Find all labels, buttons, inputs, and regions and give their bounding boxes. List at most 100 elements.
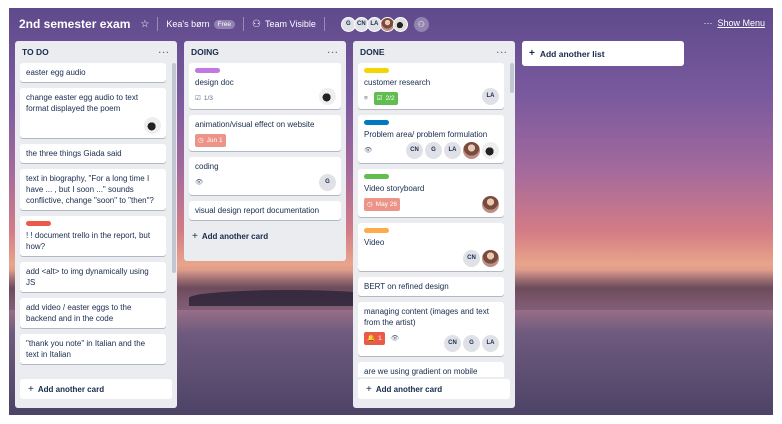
card[interactable]: Problem area/ problem formulation 👁 CN G… <box>358 115 504 163</box>
card[interactable]: change easter egg audio to text format d… <box>20 88 166 138</box>
plus-icon: + <box>192 230 198 242</box>
list-title[interactable]: DONE <box>360 47 385 57</box>
card[interactable]: animation/visual effect on website ◷ Jun … <box>189 115 341 151</box>
member-avatar[interactable]: LA <box>482 335 499 352</box>
card-title: customer research <box>364 78 431 87</box>
bell-icon: 🔔 <box>367 334 376 342</box>
board-background: 2nd semester exam ☆ Kea's børn Free ⚇ Te… <box>9 8 773 415</box>
card-members: CN G LA <box>404 142 499 159</box>
description-icon: ≡ <box>364 94 368 102</box>
card[interactable]: text in biography, "For a long time I ha… <box>20 169 166 210</box>
card[interactable]: easter egg audio <box>20 63 166 82</box>
card[interactable]: add <alt> to img dynamically using JS <box>20 262 166 292</box>
list-header[interactable]: DONE ··· <box>353 41 515 63</box>
member-avatar-photo[interactable] <box>319 88 336 105</box>
card-label-yellow[interactable] <box>364 68 389 73</box>
card-badges: ◷ May 26 <box>364 197 498 211</box>
list-header[interactable]: DOING ··· <box>184 41 346 63</box>
card-badges: ☑ 1/3 <box>195 91 335 105</box>
list-todo: TO DO ··· easter egg audio change easter… <box>15 41 177 408</box>
member-avatar[interactable]: G <box>319 174 336 191</box>
card-label-red[interactable] <box>26 221 51 226</box>
checklist-badge: ☑ 1/3 <box>195 94 213 102</box>
card-label-green[interactable] <box>364 174 389 179</box>
card-members: CN G LA <box>442 335 499 352</box>
team-plan-badge: Free <box>213 19 235 29</box>
card[interactable]: design doc ☑ 1/3 <box>189 63 341 109</box>
card-badges: 👁 <box>195 175 335 189</box>
scrollbar[interactable] <box>172 63 176 273</box>
member-avatar[interactable]: CN <box>406 142 423 159</box>
list-title[interactable]: DOING <box>191 47 219 57</box>
add-list-button[interactable]: + Add another list <box>522 41 684 66</box>
card[interactable]: coding 👁 G <box>189 157 341 195</box>
member-avatar-photo[interactable] <box>482 250 499 267</box>
show-menu-button[interactable]: ··· Show Menu <box>703 18 765 28</box>
due-date-badge[interactable]: ◷ May 26 <box>364 197 400 211</box>
member-avatar[interactable]: LA <box>444 142 461 159</box>
checklist-icon: ☑ <box>376 94 383 102</box>
checklist-icon: ☑ <box>195 94 201 102</box>
notification-badge: 🔔 1 <box>364 331 385 345</box>
card[interactable]: "thank you note" in Italian and the text… <box>20 334 166 364</box>
card-title: Problem area/ problem formulation <box>364 130 488 139</box>
card-label-blue[interactable] <box>364 120 389 125</box>
header-divider <box>157 17 159 31</box>
card[interactable]: managing content (images and text from t… <box>358 302 504 356</box>
star-icon[interactable]: ☆ <box>140 19 149 30</box>
member-avatar[interactable]: CN <box>444 335 461 352</box>
list-menu-icon[interactable]: ··· <box>159 47 171 57</box>
member-avatar[interactable]: LA <box>482 88 499 105</box>
card-title: text in biography, "For a long time I ha… <box>26 174 154 205</box>
card-container: customer research ≡ ☑ 2/2 LA Problem area… <box>353 63 515 377</box>
card[interactable]: Video CN <box>358 223 504 271</box>
member-avatar-photo[interactable] <box>482 196 499 213</box>
card-title: change easter egg audio to text format d… <box>26 93 139 113</box>
header-divider <box>323 17 325 31</box>
card-label-purple[interactable] <box>195 68 220 73</box>
list-title[interactable]: TO DO <box>22 47 49 57</box>
member-avatar-photo[interactable] <box>144 117 161 134</box>
add-card-button[interactable]: + Add another card <box>358 379 510 399</box>
card-container: easter egg audio change easter egg audio… <box>15 63 177 377</box>
member-avatar-photo[interactable] <box>392 16 408 32</box>
list-menu-icon[interactable]: ··· <box>328 47 340 57</box>
card-members: G <box>317 174 336 191</box>
header-divider <box>243 17 244 31</box>
card-title: ! ! document trello in the report, but h… <box>26 231 151 251</box>
member-avatar-photo[interactable] <box>482 142 499 159</box>
card[interactable]: Video storyboard ◷ May 26 <box>358 169 504 217</box>
card-title: design doc <box>195 78 234 87</box>
plus-icon: + <box>28 383 34 395</box>
team-name[interactable]: Kea's børn <box>166 19 209 29</box>
add-card-button[interactable]: + Add another card <box>20 379 172 399</box>
card-title: are we using gradient on mobile <box>364 367 478 376</box>
card[interactable]: BERT on refined design <box>358 277 504 296</box>
member-avatar[interactable]: CN <box>463 250 480 267</box>
card[interactable]: customer research ≡ ☑ 2/2 LA <box>358 63 504 109</box>
card[interactable]: add video / easter eggs to the backend a… <box>20 298 166 328</box>
card-title: animation/visual effect on website <box>195 120 315 129</box>
member-avatar[interactable]: G <box>425 142 442 159</box>
card[interactable]: ! ! document trello in the report, but h… <box>20 216 166 256</box>
member-avatar[interactable]: G <box>463 335 480 352</box>
card-title: easter egg audio <box>26 68 86 77</box>
card-label-orange[interactable] <box>364 228 389 233</box>
list-header[interactable]: TO DO ··· <box>15 41 177 63</box>
card-title: add video / easter eggs to the backend a… <box>26 303 132 323</box>
member-avatar-photo[interactable] <box>463 142 480 159</box>
board-title[interactable]: 2nd semester exam <box>19 17 130 31</box>
invite-member-icon[interactable]: ⚇ <box>413 16 429 32</box>
list-doing: DOING ··· design doc ☑ 1/3 animation/visu… <box>184 41 346 261</box>
card[interactable]: the three things Giada said <box>20 144 166 163</box>
add-card-button[interactable]: + Add another card <box>184 226 346 246</box>
card[interactable]: visual design report documentation <box>189 201 341 220</box>
scrollbar[interactable] <box>510 63 514 93</box>
card-badges: ≡ ☑ 2/2 <box>364 91 498 105</box>
card-title: managing content (images and text from t… <box>364 307 489 327</box>
card-title: visual design report documentation <box>195 206 320 215</box>
visibility-button[interactable]: Team Visible <box>265 19 316 29</box>
list-menu-icon[interactable]: ··· <box>497 47 509 57</box>
card[interactable]: are we using gradient on mobile <box>358 362 504 377</box>
due-date-badge[interactable]: ◷ Jun 1 <box>195 133 226 147</box>
